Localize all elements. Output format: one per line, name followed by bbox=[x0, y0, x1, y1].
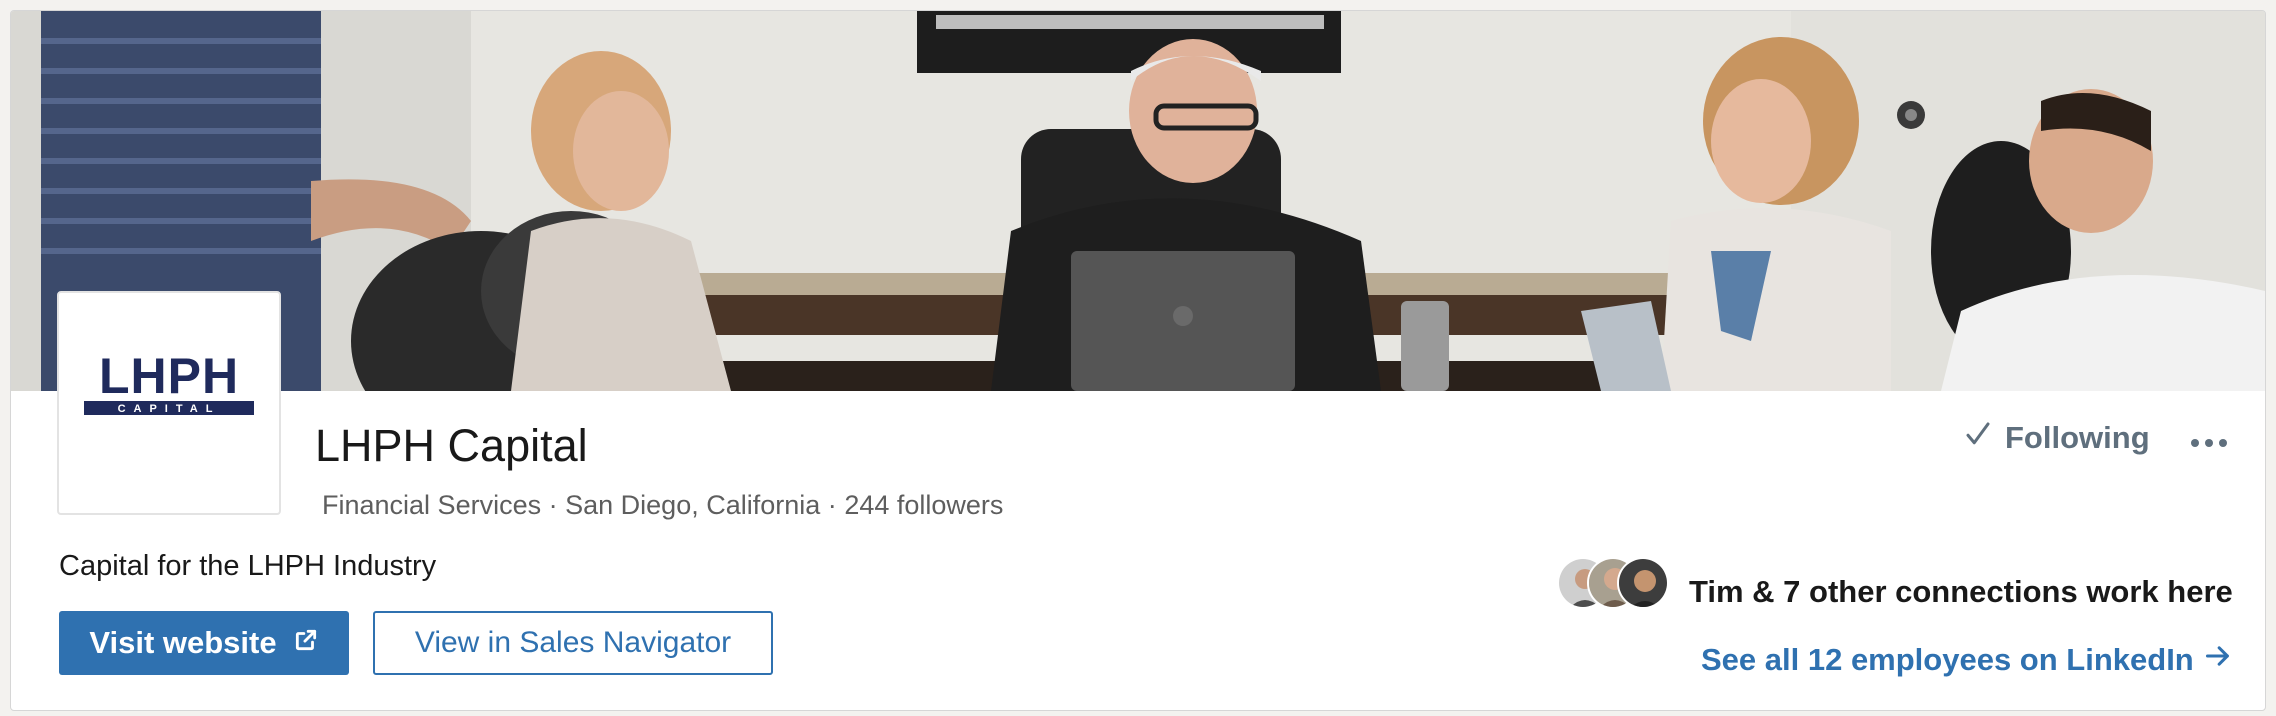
connection-avatars[interactable] bbox=[1557, 557, 1677, 617]
company-details: Financial Services · San Diego, Californ… bbox=[322, 490, 1003, 521]
visit-website-button[interactable]: Visit website bbox=[59, 611, 349, 675]
see-all-employees-link[interactable]: See all 12 employees on LinkedIn bbox=[1701, 642, 2232, 678]
following-label: Following bbox=[2005, 420, 2150, 455]
connections-text[interactable]: Tim & 7 other connections work here bbox=[1689, 574, 2233, 610]
external-link-icon bbox=[293, 625, 319, 661]
check-icon bbox=[1963, 419, 1993, 457]
location: San Diego, California bbox=[565, 490, 821, 520]
company-name: LHPH Capital bbox=[315, 420, 588, 471]
svg-text:CAPITAL: CAPITAL bbox=[118, 403, 221, 415]
sales-navigator-button[interactable]: View in Sales Navigator bbox=[373, 611, 773, 675]
followers-count[interactable]: 244 followers bbox=[844, 490, 1003, 520]
see-all-employees-label: See all 12 employees on LinkedIn bbox=[1701, 642, 2194, 677]
sales-navigator-label: View in Sales Navigator bbox=[414, 626, 732, 659]
following-button[interactable]: Following bbox=[1963, 419, 2150, 457]
separator: · bbox=[548, 490, 558, 520]
arrow-right-icon bbox=[2204, 642, 2232, 678]
more-options-button[interactable] bbox=[2191, 423, 2227, 463]
visit-website-label: Visit website bbox=[89, 625, 277, 660]
company-profile-card: LHPH CAPITAL LHPH Capital Financial Serv… bbox=[10, 10, 2266, 711]
cover-photo bbox=[11, 11, 2265, 391]
separator: · bbox=[827, 490, 837, 520]
more-horizontal-icon bbox=[2205, 439, 2213, 447]
more-horizontal-icon bbox=[2219, 439, 2227, 447]
avatar bbox=[1617, 557, 1669, 609]
more-horizontal-icon bbox=[2191, 439, 2199, 447]
company-logo[interactable]: LHPH CAPITAL bbox=[57, 291, 281, 515]
svg-text:LHPH: LHPH bbox=[99, 348, 239, 404]
company-tagline: Capital for the LHPH Industry bbox=[59, 550, 437, 582]
industry: Financial Services bbox=[322, 490, 542, 520]
